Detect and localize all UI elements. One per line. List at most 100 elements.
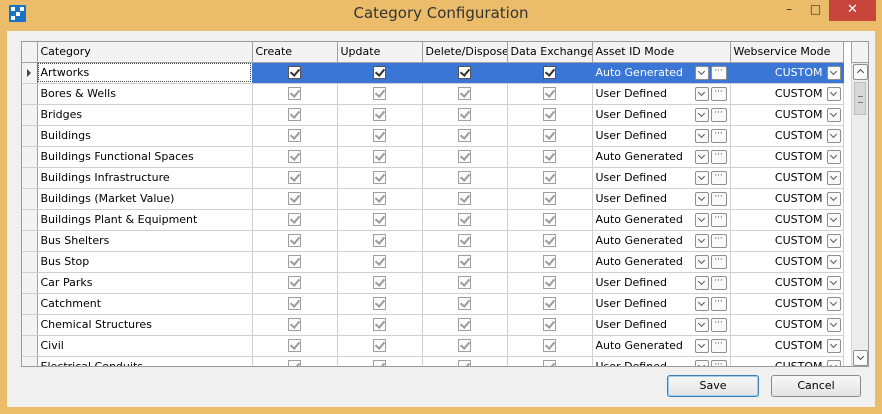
- chevron-down-icon[interactable]: [826, 338, 841, 353]
- table-row[interactable]: Bores & Wells User Defined ··· CUSTOM: [22, 83, 844, 105]
- create-checkbox[interactable]: [288, 66, 301, 80]
- create-checkbox[interactable]: [288, 360, 301, 366]
- table-row[interactable]: Chemical Structures User Defined ··· CUSTOM: [22, 314, 844, 336]
- row-header[interactable]: [22, 230, 38, 252]
- category-cell[interactable]: Electrical Conduits: [37, 356, 253, 366]
- data-exchange-checkbox[interactable]: [543, 192, 556, 206]
- webservice-mode-cell[interactable]: CUSTOM: [730, 104, 844, 126]
- chevron-down-icon[interactable]: [826, 128, 841, 143]
- chevron-down-icon[interactable]: [694, 296, 709, 311]
- update-checkbox[interactable]: [373, 171, 386, 185]
- category-cell[interactable]: Bus Stop: [37, 251, 253, 273]
- asset-id-mode-cell[interactable]: User Defined ···: [592, 104, 731, 126]
- table-row[interactable]: Civil Auto Generated ··· CUSTOM: [22, 335, 844, 357]
- delete-dispose-checkbox[interactable]: [458, 171, 471, 185]
- row-header[interactable]: [22, 356, 38, 366]
- create-checkbox[interactable]: [288, 129, 301, 143]
- chevron-down-icon[interactable]: [826, 191, 841, 206]
- create-checkbox[interactable]: [288, 297, 301, 311]
- data-exchange-checkbox[interactable]: [543, 234, 556, 248]
- table-row[interactable]: Artworks Auto Generated ··· CUSTOM: [22, 62, 844, 84]
- save-button[interactable]: Save: [667, 375, 759, 397]
- chevron-down-icon[interactable]: [826, 212, 841, 227]
- create-checkbox[interactable]: [288, 234, 301, 248]
- chevron-down-icon[interactable]: [694, 149, 709, 164]
- data-exchange-checkbox[interactable]: [543, 213, 556, 227]
- asset-id-mode-cell[interactable]: Auto Generated ···: [592, 146, 731, 168]
- data-exchange-checkbox[interactable]: [543, 66, 556, 80]
- create-checkbox[interactable]: [288, 255, 301, 269]
- chevron-down-icon[interactable]: [694, 86, 709, 101]
- chevron-down-icon[interactable]: [694, 254, 709, 269]
- webservice-mode-cell[interactable]: CUSTOM: [730, 83, 844, 105]
- category-cell[interactable]: Bores & Wells: [37, 83, 253, 105]
- table-row[interactable]: Bridges User Defined ··· CUSTOM: [22, 104, 844, 126]
- update-checkbox[interactable]: [373, 66, 386, 80]
- ellipsis-icon[interactable]: ···: [710, 149, 727, 164]
- row-header[interactable]: [22, 146, 38, 168]
- table-row[interactable]: Buildings Plant & Equipment Auto Generate…: [22, 209, 844, 231]
- category-cell[interactable]: Civil: [37, 335, 253, 357]
- chevron-down-icon[interactable]: [826, 86, 841, 101]
- data-exchange-checkbox[interactable]: [543, 255, 556, 269]
- delete-dispose-checkbox[interactable]: [458, 255, 471, 269]
- chevron-down-icon[interactable]: [826, 317, 841, 332]
- chevron-down-icon[interactable]: [694, 170, 709, 185]
- data-exchange-checkbox[interactable]: [543, 297, 556, 311]
- asset-id-mode-cell[interactable]: Auto Generated ···: [592, 230, 731, 252]
- data-exchange-checkbox[interactable]: [543, 171, 556, 185]
- chevron-down-icon[interactable]: [694, 107, 709, 122]
- ellipsis-icon[interactable]: ···: [710, 359, 727, 366]
- category-cell[interactable]: Chemical Structures: [37, 314, 253, 336]
- ellipsis-icon[interactable]: ···: [710, 275, 727, 290]
- webservice-mode-cell[interactable]: CUSTOM: [730, 314, 844, 336]
- ellipsis-icon[interactable]: ···: [710, 170, 727, 185]
- delete-dispose-checkbox[interactable]: [458, 129, 471, 143]
- category-cell[interactable]: Buildings Infrastructure: [37, 167, 253, 189]
- ellipsis-icon[interactable]: ···: [710, 86, 727, 101]
- asset-id-mode-cell[interactable]: Auto Generated ···: [592, 209, 731, 231]
- category-cell[interactable]: Catchment: [37, 293, 253, 315]
- chevron-down-icon[interactable]: [694, 191, 709, 206]
- delete-dispose-checkbox[interactable]: [458, 213, 471, 227]
- data-exchange-checkbox[interactable]: [543, 339, 556, 353]
- category-cell[interactable]: Bridges: [37, 104, 253, 126]
- update-checkbox[interactable]: [373, 108, 386, 122]
- category-cell[interactable]: Buildings Functional Spaces: [37, 146, 253, 168]
- table-row[interactable]: Buildings (Market Value) User Defined ··· C…: [22, 188, 844, 210]
- title-bar[interactable]: Category Configuration – □ ✕: [0, 0, 882, 31]
- table-row[interactable]: Electrical Conduits User Defined ··· CUSTOM: [22, 356, 844, 366]
- column-header-webservice-mode[interactable]: Webservice Mode: [730, 42, 844, 63]
- ellipsis-icon[interactable]: ···: [710, 317, 727, 332]
- chevron-down-icon[interactable]: [694, 359, 709, 366]
- table-row[interactable]: Car Parks User Defined ··· CUSTOM: [22, 272, 844, 294]
- webservice-mode-cell[interactable]: CUSTOM: [730, 209, 844, 231]
- chevron-down-icon[interactable]: [826, 275, 841, 290]
- delete-dispose-checkbox[interactable]: [458, 360, 471, 366]
- delete-dispose-checkbox[interactable]: [458, 150, 471, 164]
- update-checkbox[interactable]: [373, 276, 386, 290]
- update-checkbox[interactable]: [373, 129, 386, 143]
- row-header[interactable]: [22, 62, 38, 84]
- row-header[interactable]: [22, 209, 38, 231]
- chevron-down-icon[interactable]: [694, 65, 709, 80]
- create-checkbox[interactable]: [288, 192, 301, 206]
- table-row[interactable]: Buildings Infrastructure User Defined ··· C…: [22, 167, 844, 189]
- data-exchange-checkbox[interactable]: [543, 360, 556, 366]
- asset-id-mode-cell[interactable]: User Defined ···: [592, 167, 731, 189]
- data-exchange-checkbox[interactable]: [543, 150, 556, 164]
- asset-id-mode-cell[interactable]: User Defined ···: [592, 272, 731, 294]
- webservice-mode-cell[interactable]: CUSTOM: [730, 230, 844, 252]
- ellipsis-icon[interactable]: ···: [710, 233, 727, 248]
- delete-dispose-checkbox[interactable]: [458, 318, 471, 332]
- category-cell[interactable]: Buildings Plant & Equipment: [37, 209, 253, 231]
- column-header-delete-dispose[interactable]: Delete/Dispose: [422, 42, 508, 63]
- chevron-down-icon[interactable]: [826, 296, 841, 311]
- asset-id-mode-cell[interactable]: User Defined ···: [592, 83, 731, 105]
- data-exchange-checkbox[interactable]: [543, 318, 556, 332]
- delete-dispose-checkbox[interactable]: [458, 66, 471, 80]
- delete-dispose-checkbox[interactable]: [458, 87, 471, 101]
- table-row[interactable]: Buildings User Defined ··· CUSTOM: [22, 125, 844, 147]
- table-row[interactable]: Bus Shelters Auto Generated ··· CUSTOM: [22, 230, 844, 252]
- asset-id-mode-cell[interactable]: User Defined ···: [592, 356, 731, 366]
